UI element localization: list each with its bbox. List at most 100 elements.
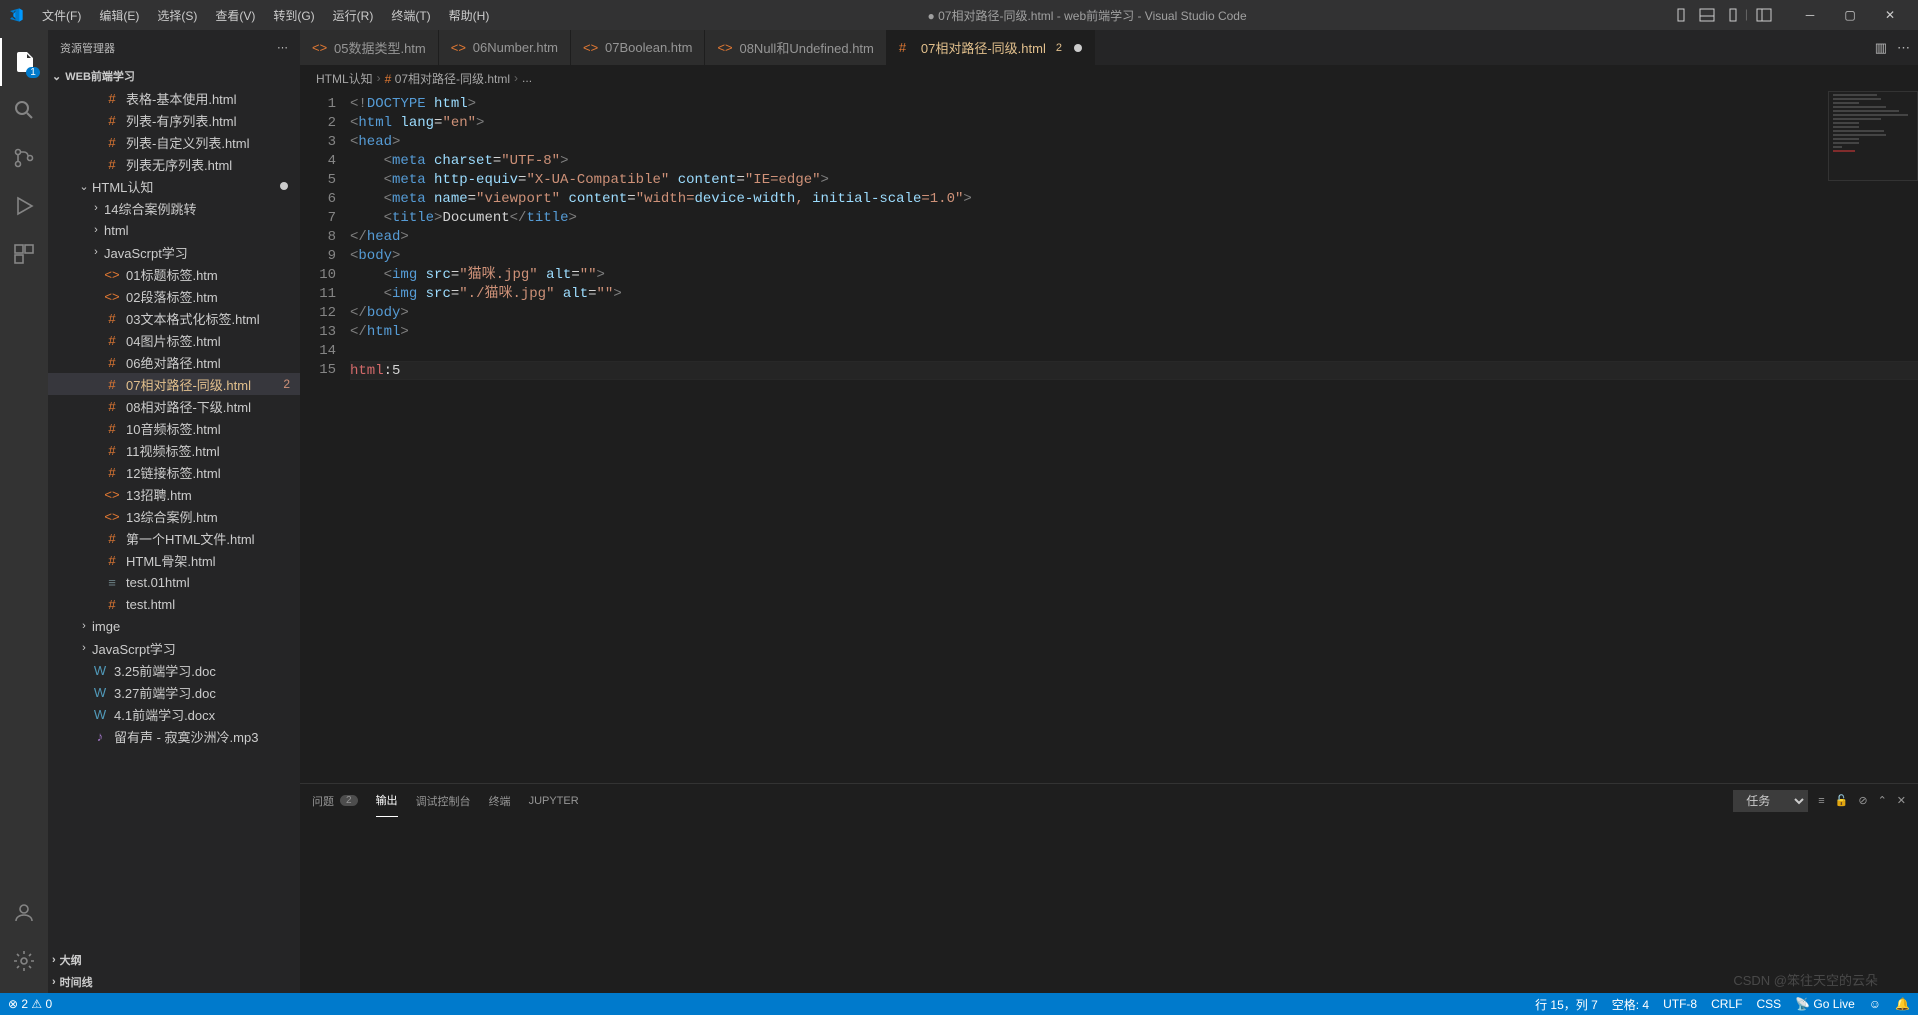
panel-tab[interactable]: JUPYTER — [529, 784, 579, 817]
tree-item[interactable]: <>02段落标签.htm — [48, 285, 300, 307]
status-errors[interactable]: ⊗ 2 ⚠ 0 — [8, 997, 52, 1011]
timeline-section[interactable]: ›时间线 — [48, 971, 300, 993]
breadcrumbs[interactable]: HTML认知›# 07相对路径-同级.html›... — [300, 65, 1918, 91]
status-eol[interactable]: CRLF — [1711, 997, 1742, 1011]
editor-tab[interactable]: <>05数据类型.htm — [300, 30, 439, 65]
status-golive[interactable]: 📡 Go Live — [1795, 997, 1855, 1011]
tree-item[interactable]: #12链接标签.html — [48, 461, 300, 483]
run-debug-icon[interactable] — [0, 182, 48, 230]
editor-tab[interactable]: <>08Null和Undefined.htm — [705, 30, 886, 65]
editor-tab[interactable]: #07相对路径-同级.html2 — [887, 30, 1095, 65]
tree-item[interactable]: #列表-自定义列表.html — [48, 131, 300, 153]
breadcrumb-item[interactable]: ... — [522, 71, 532, 85]
panel-tab[interactable]: 输出 — [376, 784, 398, 817]
menu-item[interactable]: 查看(V) — [207, 3, 263, 28]
close-button[interactable]: ✕ — [1870, 0, 1910, 30]
filter-icon[interactable]: ≡ — [1818, 795, 1824, 807]
code-content[interactable]: <!DOCTYPE html><html lang="en"><head> <m… — [350, 91, 1918, 783]
output-channel-select[interactable]: 任务 — [1733, 790, 1808, 812]
tree-item[interactable]: W3.27前端学习.doc — [48, 681, 300, 703]
tree-item[interactable]: #06绝对路径.html — [48, 351, 300, 373]
tree-item[interactable]: ≡test.01html — [48, 571, 300, 593]
tree-item[interactable]: ⌄HTML认知 — [48, 175, 300, 197]
menu-item[interactable]: 选择(S) — [149, 3, 205, 28]
tree-item[interactable]: W4.1前端学习.docx — [48, 703, 300, 725]
tree-item[interactable]: #test.html — [48, 593, 300, 615]
tree-item[interactable]: <>13综合案例.htm — [48, 505, 300, 527]
split-editor-icon: ▥ — [1875, 40, 1887, 56]
tree-item[interactable]: #08相对路径-下级.html — [48, 395, 300, 417]
tree-item[interactable]: W3.25前端学习.doc — [48, 659, 300, 681]
tree-item[interactable]: #11视频标签.html — [48, 439, 300, 461]
menu-item[interactable]: 转到(G) — [265, 3, 322, 28]
tree-item[interactable]: #HTML骨架.html — [48, 549, 300, 571]
tree-item[interactable]: <>01标题标签.htm — [48, 263, 300, 285]
file-tree: #表格-基本使用.html#列表-有序列表.html#列表-自定义列表.html… — [48, 87, 300, 949]
titlebar: 文件(F)编辑(E)选择(S)查看(V)转到(G)运行(R)终端(T)帮助(H)… — [0, 0, 1918, 30]
tree-item[interactable]: #03文本格式化标签.html — [48, 307, 300, 329]
status-line-col[interactable]: 行 15，列 7 — [1535, 996, 1598, 1013]
account-icon[interactable] — [0, 889, 48, 937]
tree-item[interactable]: <>13招聘.htm — [48, 483, 300, 505]
panel-tab[interactable]: 终端 — [489, 784, 511, 817]
status-bar: ⊗ 2 ⚠ 0 行 15，列 7 空格: 4 UTF-8 CRLF CSS 📡 … — [0, 993, 1918, 1015]
tree-item[interactable]: ›14综合案例跳转 — [48, 197, 300, 219]
settings-icon[interactable] — [0, 937, 48, 985]
collapse-icon[interactable]: ⌃ — [1878, 794, 1887, 807]
menu-item[interactable]: 帮助(H) — [441, 3, 498, 28]
tree-item[interactable]: #07相对路径-同级.html2 — [48, 373, 300, 395]
status-encoding[interactable]: UTF-8 — [1663, 997, 1697, 1011]
search-icon[interactable] — [0, 86, 48, 134]
project-section[interactable]: ⌄WEB前端学习 — [48, 65, 300, 87]
breadcrumb-item[interactable]: HTML认知 — [316, 70, 373, 87]
source-control-icon[interactable] — [0, 134, 48, 182]
editor-tab[interactable]: <>07Boolean.htm — [571, 30, 705, 65]
extensions-icon[interactable] — [0, 230, 48, 278]
menu-item[interactable]: 编辑(E) — [91, 3, 147, 28]
tree-item[interactable]: #列表-有序列表.html — [48, 109, 300, 131]
tree-item[interactable]: ›imge — [48, 615, 300, 637]
clear-icon[interactable]: ⊘ — [1858, 794, 1867, 807]
close-panel-icon[interactable]: ✕ — [1897, 794, 1906, 807]
panel-tab[interactable]: 问题2 — [312, 784, 358, 817]
tree-item[interactable]: ♪留有声 - 寂寞沙洲冷.mp3 — [48, 725, 300, 747]
window-title: ● 07相对路径-同级.html - web前端学习 - Visual Stud… — [497, 7, 1677, 24]
more-actions-icon: ⋯ — [1897, 40, 1910, 56]
tree-item[interactable]: #第一个HTML文件.html — [48, 527, 300, 549]
lock-icon[interactable]: 🔓 — [1835, 794, 1849, 807]
panel-tabs: 问题2 输出调试控制台终端 JUPYTER 任务 ≡ 🔓 ⊘ ⌃ ✕ — [300, 784, 1918, 817]
tree-item[interactable]: ›html — [48, 219, 300, 241]
panel-tab[interactable]: 调试控制台 — [416, 784, 471, 817]
explorer-icon[interactable]: 1 — [0, 38, 48, 86]
tree-item[interactable]: #04图片标签.html — [48, 329, 300, 351]
editor-tab[interactable]: <>06Number.htm — [439, 30, 571, 65]
menu-item[interactable]: 运行(R) — [325, 3, 382, 28]
tree-item[interactable]: #列表无序列表.html — [48, 153, 300, 175]
breadcrumb-item[interactable]: # 07相对路径-同级.html — [385, 70, 510, 87]
menu-item[interactable]: 文件(F) — [34, 3, 89, 28]
line-gutter: 123456789101112131415 — [300, 91, 350, 783]
outline-section[interactable]: ›大纲 — [48, 949, 300, 971]
code-editor[interactable]: 123456789101112131415 <!DOCTYPE html><ht… — [300, 91, 1918, 783]
minimize-button[interactable]: ─ — [1790, 0, 1830, 30]
menu-item[interactable]: 终端(T) — [383, 3, 438, 28]
tabs-actions[interactable]: ▥ ⋯ — [1867, 30, 1918, 65]
bottom-panel: 问题2 输出调试控制台终端 JUPYTER 任务 ≡ 🔓 ⊘ ⌃ ✕ — [300, 783, 1918, 993]
sidebar: 资源管理器 ⋯ ⌄WEB前端学习 #表格-基本使用.html#列表-有序列表.h… — [48, 30, 300, 993]
status-language[interactable]: CSS — [1756, 997, 1781, 1011]
sidebar-more-icon[interactable]: ⋯ — [277, 41, 288, 54]
minimap[interactable] — [1828, 91, 1918, 181]
status-bell-icon[interactable]: 🔔 — [1895, 997, 1910, 1011]
activity-bar: 1 — [0, 30, 48, 993]
tree-item[interactable]: #表格-基本使用.html — [48, 87, 300, 109]
editor-area: <>05数据类型.htm<>06Number.htm<>07Boolean.ht… — [300, 30, 1918, 993]
status-spaces[interactable]: 空格: 4 — [1612, 996, 1649, 1013]
maximize-button[interactable]: ▢ — [1830, 0, 1870, 30]
status-feedback-icon[interactable]: ☺ — [1869, 997, 1881, 1011]
tree-item[interactable]: ›JavaScrpt学习 — [48, 241, 300, 263]
tree-item[interactable]: ›JavaScrpt学习 — [48, 637, 300, 659]
vscode-icon — [8, 7, 24, 23]
sidebar-header: 资源管理器 ⋯ — [48, 30, 300, 65]
tree-item[interactable]: #10音频标签.html — [48, 417, 300, 439]
layout-controls[interactable]: | — [1677, 7, 1772, 23]
